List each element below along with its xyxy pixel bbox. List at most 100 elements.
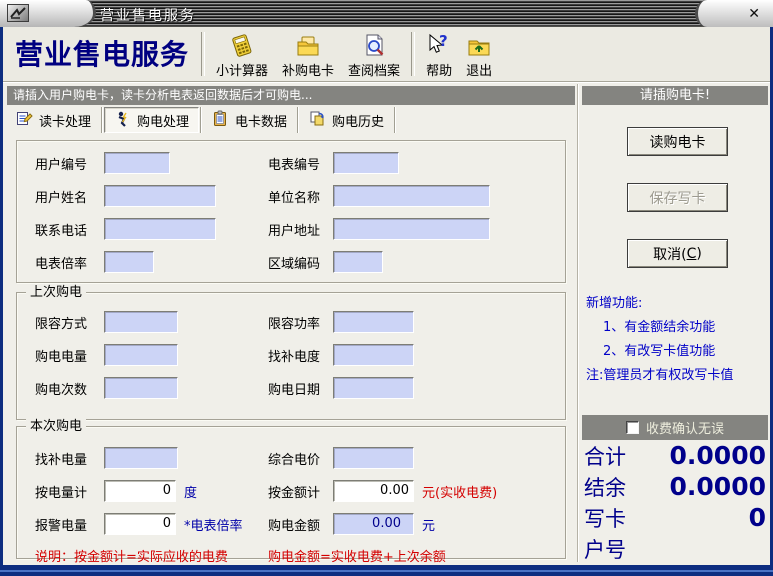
- toolbar-separator: [411, 32, 415, 76]
- field-label: 联系电话: [35, 220, 104, 239]
- tab-bar: 读卡处理 购电处理 电卡数据 购电历史: [7, 106, 397, 134]
- sidebar-header: 请插购电卡!: [582, 86, 768, 105]
- tab-separator: [394, 107, 396, 133]
- toolbar: 营业售电服务 小计算器 补购电卡 查阅档案 ? 帮助: [3, 27, 770, 82]
- calculator-icon: [229, 33, 255, 59]
- total-value: 0.0000: [654, 472, 766, 501]
- field-label: 限容功率: [268, 313, 333, 332]
- unit-label: 元: [422, 515, 435, 534]
- total-row: 合计 0.0000: [584, 441, 766, 472]
- save-write-button[interactable]: 保存写卡: [627, 183, 728, 212]
- confirm-label: 收费确认无误: [646, 418, 724, 437]
- calculator-button-label: 小计算器: [216, 60, 268, 79]
- folder-card-icon: [295, 33, 321, 59]
- buy-card-button-label: 补购电卡: [282, 60, 334, 79]
- tab-read-card-label: 读卡处理: [39, 111, 91, 130]
- group-title: 上次购电: [26, 285, 86, 300]
- tab-read-card[interactable]: 读卡处理: [7, 107, 100, 133]
- field-label: 购电日期: [268, 379, 333, 398]
- sidebar-note: 新增功能:: [586, 292, 768, 316]
- user-name-field: [104, 185, 216, 207]
- meter-number-field: [333, 152, 399, 174]
- combined-price-field: [333, 447, 414, 469]
- exit-button[interactable]: 退出: [459, 28, 499, 80]
- calculator-button[interactable]: 小计算器: [209, 28, 275, 80]
- tab-card-data[interactable]: 电卡数据: [203, 107, 296, 133]
- cancel-button-label: 取消(: [653, 244, 686, 264]
- tab-history[interactable]: 购电历史: [300, 107, 393, 133]
- field-label: 报警电量: [35, 515, 104, 534]
- field-label: 区域编码: [268, 253, 333, 272]
- sidebar-note: 2、有改写卡值功能: [586, 340, 768, 364]
- read-card-icon: [16, 110, 33, 131]
- totals-panel: 合计 0.0000 结余 0.0000 写卡 0 户号: [584, 441, 766, 565]
- close-icon[interactable]: ✕: [748, 7, 760, 21]
- card-data-icon: [212, 110, 229, 131]
- unit-label: 度: [184, 482, 197, 501]
- read-card-button[interactable]: 读购电卡: [627, 127, 728, 156]
- unit-label: *电表倍率: [184, 515, 243, 534]
- purchase-date-field: [333, 377, 414, 399]
- field-label: 综合电价: [268, 449, 333, 468]
- view-archive-button[interactable]: 查阅档案: [341, 28, 407, 80]
- confirm-bar: 收费确认无误: [582, 415, 768, 440]
- limit-mode-field: [104, 311, 178, 333]
- status-message-bar: 请插入用户购电卡，读卡分析电表返回数据后才可购电...: [7, 86, 575, 105]
- address-field: [333, 218, 490, 240]
- by-amount-input[interactable]: 0.00: [333, 480, 414, 502]
- field-label: 购电次数: [35, 379, 104, 398]
- tab-purchase[interactable]: 购电处理: [104, 107, 199, 133]
- adjust-degree-field: [333, 344, 414, 366]
- group-title: 本次购电: [26, 419, 86, 434]
- field-label: 限容方式: [35, 313, 104, 332]
- sidebar-note: 1、有金额结余功能: [586, 316, 768, 340]
- limit-power-field: [333, 311, 414, 333]
- purchased-energy-field: [104, 344, 178, 366]
- cancel-button-label: ): [696, 246, 701, 262]
- toolbar-separator: [201, 32, 205, 76]
- alarm-energy-input[interactable]: 0: [104, 513, 176, 535]
- field-label: 找补电量: [35, 449, 104, 468]
- window-title: 营业售电服务: [100, 5, 196, 25]
- total-row: 结余 0.0000: [584, 472, 766, 503]
- field-label: 购电电量: [35, 346, 104, 365]
- panel-divider: [577, 84, 579, 562]
- field-label: 单位名称: [268, 187, 333, 206]
- tab-separator: [101, 107, 103, 133]
- titlebar-cap: ✕: [695, 0, 773, 27]
- cancel-button[interactable]: 取消(C): [627, 239, 728, 268]
- field-label: 用户地址: [268, 220, 333, 239]
- purchase-amount-field: 0.00: [333, 513, 414, 535]
- field-label: 用户编号: [35, 154, 104, 173]
- title-bar: 营业售电服务 ✕: [0, 0, 773, 27]
- buy-card-button[interactable]: 补购电卡: [275, 28, 341, 80]
- area-code-field: [333, 251, 383, 273]
- search-document-icon: [361, 33, 387, 59]
- cancel-button-key: C: [687, 246, 697, 262]
- svg-text:?: ?: [439, 33, 448, 50]
- total-label: 户号: [584, 534, 654, 564]
- app-logo-icon: [7, 4, 29, 22]
- note-right: 购电金额=实收电费+上次余额: [268, 546, 446, 565]
- by-energy-input[interactable]: 0: [104, 480, 176, 502]
- purchase-count-field: [104, 377, 178, 399]
- exit-icon: [466, 33, 492, 59]
- tab-card-data-label: 电卡数据: [235, 111, 287, 130]
- current-purchase-group: 本次购电 找补电量 综合电价 按电量计 0 度 按金额计 0.00 元(实收电费…: [16, 426, 566, 559]
- total-label: 结余: [584, 472, 654, 502]
- tab-purchase-label: 购电处理: [137, 111, 189, 130]
- total-row: 写卡 0: [584, 503, 766, 534]
- sidebar-notes: 新增功能: 1、有金额结余功能 2、有改写卡值功能 注:管理员才有权改写卡值: [586, 292, 768, 388]
- phone-field: [104, 218, 216, 240]
- meter-ratio-field: [104, 251, 154, 273]
- view-archive-button-label: 查阅档案: [348, 60, 400, 79]
- last-purchase-group: 上次购电 限容方式 限容功率 购电电量 找补电度 购电次数: [16, 292, 566, 420]
- total-row: 户号: [584, 534, 766, 565]
- field-label: 找补电度: [268, 346, 333, 365]
- help-cursor-icon: ?: [426, 33, 452, 59]
- confirm-checkbox[interactable]: [626, 421, 639, 434]
- help-button[interactable]: ? 帮助: [419, 28, 459, 80]
- sidebar-note: 注:管理员才有权改写卡值: [586, 364, 768, 388]
- field-label: 按金额计: [268, 482, 333, 501]
- total-value: 0.0000: [654, 441, 766, 470]
